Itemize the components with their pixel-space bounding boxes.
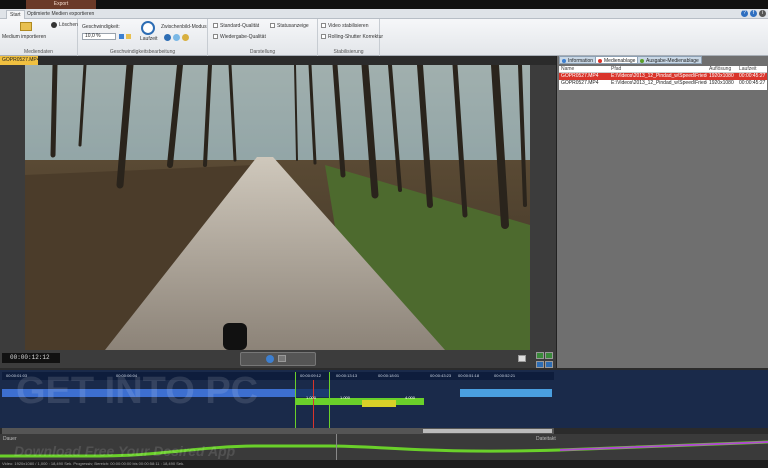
speed-input[interactable]: 10,0 % (82, 33, 116, 40)
tick-label: 00:00:09:12 (300, 373, 322, 378)
tick-label: 00:00:52:21 (494, 373, 516, 378)
timeline-scroll-thumb[interactable] (423, 429, 552, 433)
status-display-label: Statusanzeige (277, 23, 309, 29)
group-media: Medium importieren Löschen Mediendaten (0, 19, 78, 56)
info-dot-icon (562, 59, 566, 63)
video-stabilize-checkbox[interactable] (321, 23, 326, 28)
media-table: Name Pfad Auflösung Laufzeit GOPR0527.MP… (559, 66, 767, 90)
file-tab[interactable]: GOPR0527.MP4 (0, 56, 40, 65)
group-display: Standard-Qualität Statusanzeige Wiederga… (208, 19, 318, 56)
segment-yellow[interactable] (362, 400, 396, 407)
context-tab-export[interactable]: Export (26, 0, 96, 9)
group-label-stabilize: Stabilisierung (333, 49, 364, 55)
standard-quality-label: Standard-Qualität (220, 23, 260, 29)
table-row-selected[interactable]: GOPR0527.MP4 E:\Videos\2013_12_Pindad_w\… (559, 73, 767, 80)
zoom-out-icon[interactable] (545, 352, 553, 359)
standard-quality-checkbox[interactable] (213, 23, 218, 28)
column-resolution[interactable]: Auflösung (707, 66, 737, 72)
delete-button[interactable]: Löschen (59, 22, 78, 28)
status-display-checkbox[interactable] (270, 23, 275, 28)
fit-right-icon[interactable] (545, 361, 553, 368)
lower-left-label: Dauer (3, 436, 17, 442)
speed-label: Geschwindigkeit: (82, 24, 120, 30)
watermark-tagline: Download Free Your Desired App (14, 443, 236, 459)
video-preview (25, 65, 530, 350)
tick-label: 00:00:51:18 (458, 373, 480, 378)
ribbon-tab-row: Start Optimierte Medien exportieren ? f … (0, 9, 768, 19)
ribbon: Medium importieren Löschen Mediendaten G… (0, 19, 768, 56)
column-name[interactable]: Name (559, 66, 609, 72)
tick-label: 00:00:13:13 (336, 373, 358, 378)
tab-output-media-label: Ausgabe-Medienablage (646, 58, 699, 64)
tab-media-storage[interactable]: Medienablage (595, 56, 639, 64)
video-stabilize-label: Video stabilisieren (328, 23, 369, 29)
title-bar: Export (0, 0, 768, 9)
playhead[interactable] (313, 380, 314, 428)
fit-left-icon[interactable] (536, 361, 544, 368)
row-name: GOPR0527.MP4 (561, 80, 599, 86)
tab-output-media-storage[interactable]: Ausgabe-Medienablage (637, 56, 702, 64)
row-path: E:\Videos\2013_12_Pindad_w\Speed\Frieden… (611, 73, 707, 79)
group-speed: Geschwindigkeit: 10,0 % Laufzeit Zwische… (78, 19, 208, 56)
run-time-button[interactable]: Laufzeit (140, 36, 158, 42)
tab-information-label: Information (568, 58, 594, 64)
clock-icon[interactable] (141, 21, 155, 35)
group-label-media: Mediendaten (24, 49, 53, 55)
segment-label: 4.000 (405, 395, 416, 400)
speed-unit-icon[interactable] (126, 34, 131, 39)
row-name: GOPR0527.MP4 (561, 73, 599, 79)
playback-quality-checkbox[interactable] (213, 34, 218, 39)
rolling-shutter-checkbox[interactable] (321, 34, 326, 39)
speed-preset-icon[interactable] (119, 34, 124, 39)
tab-start[interactable]: Start (6, 10, 25, 19)
group-label-display: Darstellung (249, 49, 276, 55)
mode-motion-icon[interactable] (173, 34, 180, 41)
stop-icon[interactable] (278, 355, 286, 362)
zoom-in-icon[interactable] (536, 352, 544, 359)
tab-information[interactable]: Information (559, 56, 597, 64)
rolling-shutter-label: Rolling-Shutter Korrektur (328, 34, 384, 40)
row-path: E:\Videos\2013_12_Pindad_w\Speed\Frieden… (611, 80, 707, 86)
lower-right-label: Dateitakt (536, 436, 556, 442)
row-duration: 00:00:45:27 (739, 80, 766, 86)
timecode-display: 00:00:12:12 (2, 353, 60, 363)
group-label-speed: Geschwindigkeitsbearbeitung (109, 49, 176, 55)
segment-label: 1.000 (306, 395, 317, 400)
table-row[interactable]: GOPR0527.MP4 E:\Videos\2013_12_Pindad_w\… (559, 80, 767, 87)
delete-icon[interactable] (51, 22, 57, 28)
row-resolution: 1920x1080 (709, 80, 734, 86)
info-icon[interactable]: i (759, 10, 766, 17)
media-panel: Information Medienablage Ausgabe-Mediena… (556, 56, 768, 368)
media-table-header: Name Pfad Auflösung Laufzeit (559, 66, 767, 73)
import-media-button[interactable]: Medium importieren (2, 34, 46, 40)
play-icon[interactable] (266, 355, 274, 363)
group-stabilize: Video stabilisieren Rolling-Shutter Korr… (318, 19, 384, 56)
range-start-marker[interactable] (295, 372, 296, 428)
row-resolution: 1920x1080 (709, 73, 734, 79)
mode-frame-icon[interactable] (182, 34, 189, 41)
tab-export-optimized[interactable]: Optimierte Medien exportieren (24, 10, 97, 19)
help-icon[interactable]: ? (741, 10, 748, 17)
folder-icon[interactable] (20, 22, 32, 31)
status-bar: Video: 1920x1080 / 1,000 : 18,490 Sek. P… (0, 460, 768, 468)
column-path[interactable]: Pfad (609, 66, 707, 72)
tick-label: 00:00:43:23 (430, 373, 452, 378)
media-dot-icon (598, 59, 602, 63)
fullscreen-icon[interactable] (518, 355, 526, 362)
output-dot-icon (640, 59, 644, 63)
intermediate-mode-label: Zwischenbild-Modus (161, 24, 207, 30)
playback-quality-dropdown[interactable]: Wiedergabe-Qualität (220, 34, 266, 40)
segment-fast[interactable] (460, 389, 552, 397)
column-duration[interactable]: Laufzeit (737, 66, 767, 72)
range-end-marker[interactable] (329, 372, 330, 428)
row-duration: 00:00:45:27 (739, 73, 766, 79)
tab-media-storage-label: Medienablage (604, 58, 636, 64)
watermark-logo: GET INTO PC (16, 370, 259, 412)
tick-label: 00:00:18:01 (378, 373, 400, 378)
mode-blend-icon[interactable] (164, 34, 171, 41)
facebook-icon[interactable]: f (750, 10, 757, 17)
forest-trail-frame (25, 65, 530, 350)
segment-label: 1.000 (340, 395, 351, 400)
